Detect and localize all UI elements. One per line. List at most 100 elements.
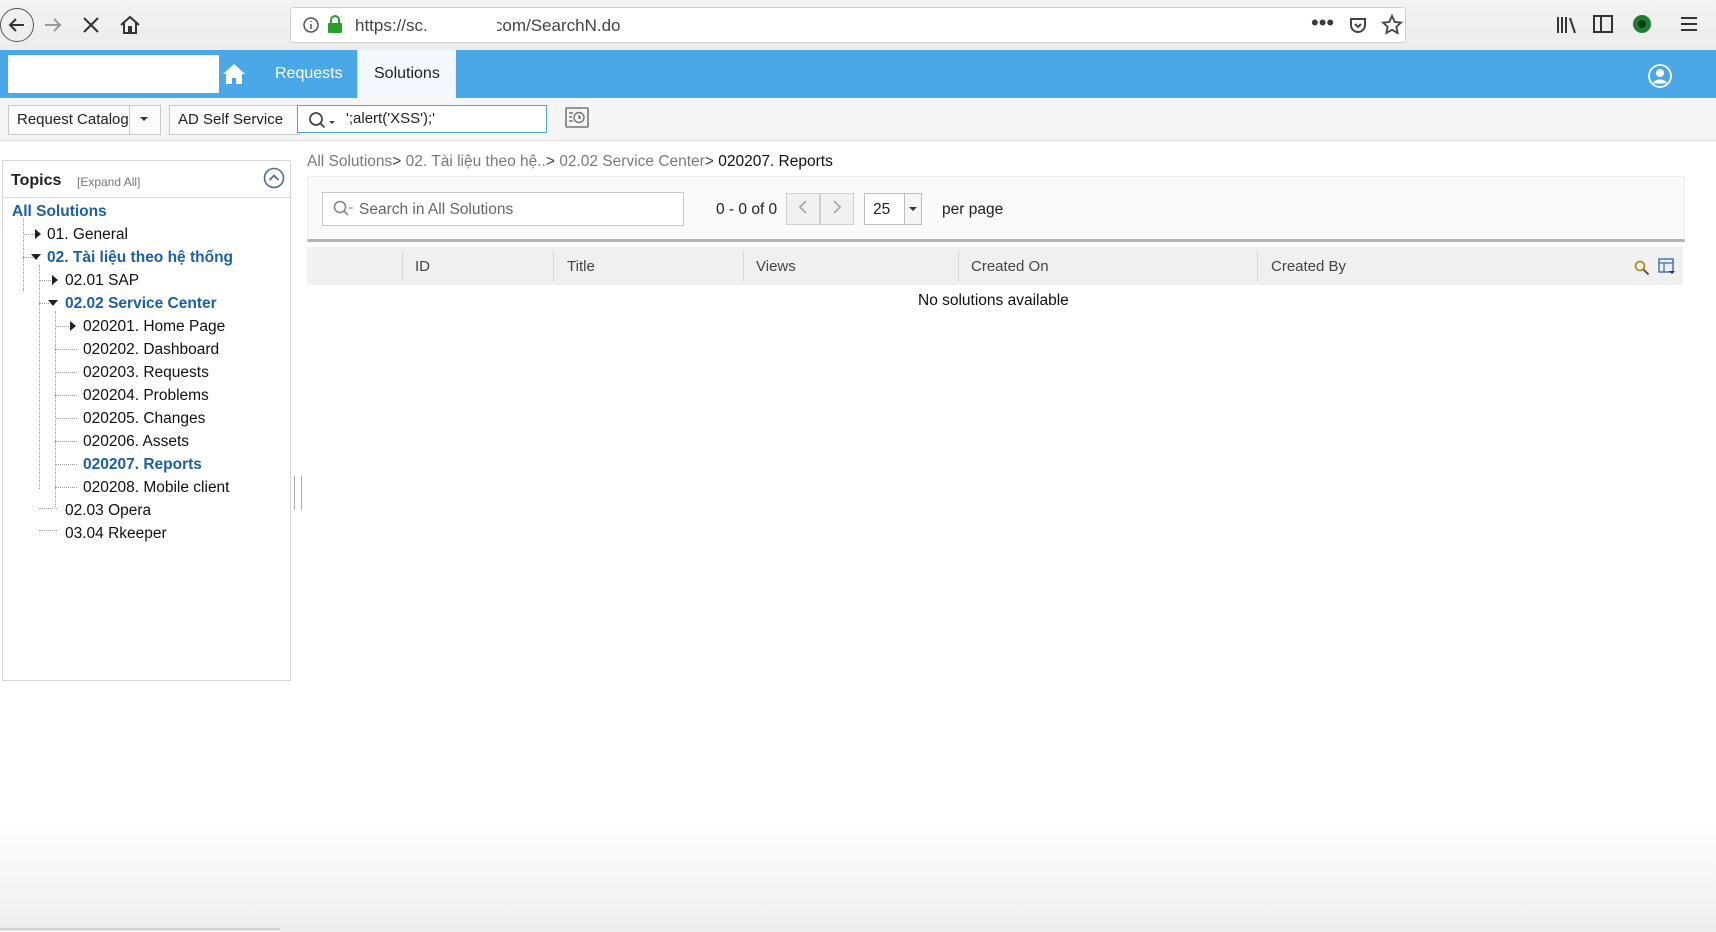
page-footer-shade bbox=[0, 820, 1716, 932]
tree-item[interactable]: 020204. Problems bbox=[83, 387, 209, 405]
tree-connector bbox=[55, 441, 77, 442]
column-header-created-by[interactable]: Created By bbox=[1271, 258, 1346, 275]
global-search-value: ';alert('XSS');' bbox=[346, 110, 435, 127]
topics-title: Topics bbox=[11, 172, 62, 189]
extension-icon[interactable] bbox=[1632, 14, 1652, 34]
tree-connector bbox=[39, 508, 57, 509]
bookmark-star-icon[interactable] bbox=[1381, 14, 1403, 35]
arrow-left-icon bbox=[8, 18, 24, 32]
tree-item-selected[interactable]: 020207. Reports bbox=[83, 456, 202, 474]
next-page-button[interactable] bbox=[820, 193, 854, 225]
chevron-right-icon bbox=[833, 200, 842, 214]
address-bar[interactable]: https://sc. com/SearchN.do ••• bbox=[290, 7, 1406, 43]
column-header-id[interactable]: ID bbox=[415, 258, 430, 275]
per-page-dropdown[interactable] bbox=[904, 194, 921, 224]
column-header-title[interactable]: Title bbox=[567, 258, 595, 275]
back-button[interactable] bbox=[0, 8, 34, 42]
home-outline-icon bbox=[120, 15, 140, 34]
tree-item[interactable]: 02.03 Opera bbox=[65, 502, 151, 520]
stop-loading-button[interactable] bbox=[74, 8, 108, 42]
sidebar-toggle-icon[interactable] bbox=[1593, 15, 1613, 33]
tree-connector bbox=[55, 349, 77, 350]
pagination-status: 0 - 0 of 0 bbox=[716, 201, 778, 218]
column-header-views[interactable]: Views bbox=[756, 258, 796, 275]
per-page-value: 25 bbox=[873, 201, 891, 218]
tree-item[interactable]: 020206. Assets bbox=[83, 433, 189, 451]
request-catalog-dropdown[interactable] bbox=[129, 105, 161, 135]
expand-all-link[interactable]: [Expand All] bbox=[77, 175, 140, 189]
column-chooser-icon[interactable] bbox=[1658, 258, 1676, 276]
arrow-right-icon bbox=[45, 18, 62, 32]
collapse-arrow-icon[interactable] bbox=[48, 300, 58, 306]
tree-connector bbox=[55, 311, 56, 507]
request-catalog-button[interactable]: Request Catalog bbox=[8, 105, 138, 135]
tree-connector bbox=[55, 372, 77, 373]
menu-icon[interactable] bbox=[1680, 15, 1698, 33]
logo[interactable] bbox=[8, 55, 219, 93]
tab-solutions[interactable]: Solutions bbox=[357, 50, 456, 98]
collapse-panel-icon[interactable] bbox=[263, 167, 285, 189]
app-header bbox=[0, 50, 1716, 98]
lock-icon bbox=[328, 15, 342, 33]
caret-down-icon bbox=[140, 117, 148, 121]
expand-arrow-icon[interactable] bbox=[52, 275, 58, 285]
column-divider bbox=[553, 251, 554, 281]
tree-item[interactable]: 01. General bbox=[47, 226, 128, 244]
tree-connector bbox=[39, 265, 40, 489]
column-header-created-on[interactable]: Created On bbox=[971, 258, 1049, 275]
tree-item[interactable]: 020202. Dashboard bbox=[83, 341, 219, 359]
column-divider bbox=[743, 251, 744, 281]
expand-arrow-icon[interactable] bbox=[70, 321, 76, 331]
user-profile-icon[interactable] bbox=[1648, 64, 1672, 88]
browser-toolbar: https://sc. com/SearchN.do ••• bbox=[0, 0, 1716, 51]
library-icon[interactable] bbox=[1556, 15, 1578, 35]
tree-item[interactable]: 02.01 SAP bbox=[65, 272, 139, 290]
tree-item[interactable]: 02.02 Service Center bbox=[65, 295, 217, 313]
info-icon[interactable] bbox=[303, 17, 319, 33]
tree-connector bbox=[39, 280, 51, 281]
column-search-icon[interactable] bbox=[1634, 260, 1650, 276]
breadcrumb-link[interactable]: 02.02 Service Center bbox=[559, 153, 705, 170]
expand-arrow-icon[interactable] bbox=[35, 229, 41, 239]
search-icon[interactable] bbox=[308, 111, 338, 129]
tree-connector bbox=[39, 530, 57, 531]
home-button[interactable] bbox=[113, 8, 147, 42]
search-history-icon[interactable] bbox=[564, 105, 590, 131]
tree-item[interactable]: 03.04 Rkeeper bbox=[65, 525, 167, 543]
tree-item[interactable]: 020205. Changes bbox=[83, 410, 205, 428]
breadcrumb-link[interactable]: All Solutions bbox=[307, 153, 392, 170]
home-icon[interactable] bbox=[220, 58, 248, 90]
forward-button[interactable] bbox=[36, 8, 70, 42]
tree-item[interactable]: 020201. Home Page bbox=[83, 318, 225, 336]
breadcrumb-link[interactable]: 02. Tài liệu theo hệ.. bbox=[406, 153, 546, 170]
breadcrumb-separator: > bbox=[392, 153, 402, 170]
search-icon bbox=[333, 200, 353, 216]
ad-self-service-button[interactable]: AD Self Service bbox=[169, 105, 300, 135]
tree-item-all-solutions[interactable]: All Solutions bbox=[12, 203, 107, 221]
tree-item[interactable]: 02. Tài liệu theo hệ thống bbox=[47, 249, 233, 267]
column-divider bbox=[402, 251, 403, 281]
previous-page-button[interactable] bbox=[786, 193, 820, 225]
tree-item[interactable]: 020203. Requests bbox=[83, 364, 209, 382]
pocket-icon[interactable] bbox=[1348, 15, 1368, 35]
tree-connector bbox=[55, 464, 77, 465]
tree-connector bbox=[55, 326, 69, 327]
collapse-arrow-icon[interactable] bbox=[31, 254, 41, 260]
breadcrumb-current: 020207. Reports bbox=[718, 153, 833, 170]
tree-connector bbox=[55, 395, 77, 396]
empty-state-message: No solutions available bbox=[918, 292, 1069, 309]
solutions-search-input[interactable]: Search in All Solutions bbox=[322, 192, 684, 226]
topics-panel: Topics [Expand All] All Solutions 01. Ge… bbox=[2, 160, 291, 681]
tree-connector bbox=[23, 218, 24, 291]
panel-resize-handle[interactable] bbox=[294, 476, 302, 510]
close-icon bbox=[83, 17, 99, 33]
global-search-input[interactable]: ';alert('XSS');' bbox=[297, 105, 547, 133]
tree-item[interactable]: 020208. Mobile client bbox=[83, 479, 230, 497]
per-page-select[interactable]: 25 bbox=[864, 193, 922, 225]
tab-requests[interactable]: Requests bbox=[259, 50, 359, 98]
per-page-label: per page bbox=[942, 201, 1004, 218]
tree-connector bbox=[23, 234, 35, 235]
tree-connector bbox=[55, 418, 77, 419]
horizontal-scrollbar[interactable] bbox=[0, 928, 280, 930]
page-actions-icon[interactable]: ••• bbox=[1311, 10, 1334, 36]
